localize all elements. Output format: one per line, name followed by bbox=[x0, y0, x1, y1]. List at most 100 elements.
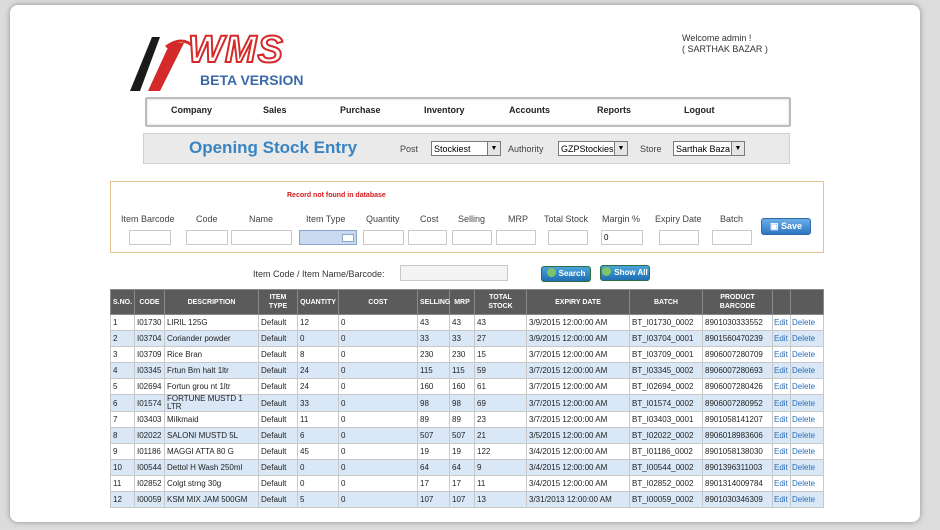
edit-link[interactable]: Edit bbox=[772, 314, 791, 331]
cell-cost: 0 bbox=[338, 459, 418, 476]
logo-subtitle: BETA VERSION bbox=[200, 72, 304, 88]
delete-link[interactable]: Delete bbox=[790, 443, 824, 460]
quantity-input[interactable] bbox=[363, 230, 404, 245]
table-header-row: S.NO. CODE DESCRIPTION ITEM TYPE QUANTIT… bbox=[110, 289, 824, 315]
cell-description: LIRIL 125G bbox=[164, 314, 259, 331]
cell-sno: 1 bbox=[110, 314, 135, 331]
cell-selling: 507 bbox=[417, 427, 450, 444]
selling-input[interactable] bbox=[452, 230, 492, 245]
delete-link[interactable]: Delete bbox=[790, 411, 824, 428]
cell-batch: BT_I02852_0002 bbox=[629, 475, 703, 492]
delete-link[interactable]: Delete bbox=[790, 314, 824, 331]
cell-expiry-date: 3/5/2015 12:00:00 AM bbox=[526, 427, 630, 444]
cell-batch: BT_I03345_0002 bbox=[629, 362, 703, 379]
cell-batch: BT_I03704_0001 bbox=[629, 330, 703, 347]
cell-sno: 3 bbox=[110, 346, 135, 363]
label-item-type: Item Type bbox=[306, 214, 346, 224]
code-input[interactable] bbox=[186, 230, 228, 245]
cell-mrp: 160 bbox=[449, 378, 475, 395]
delete-link[interactable]: Delete bbox=[790, 475, 824, 492]
name-input[interactable] bbox=[231, 230, 292, 245]
search-button-label: Search bbox=[558, 269, 586, 278]
menu-purchase[interactable]: Purchase bbox=[340, 105, 381, 115]
delete-link[interactable]: Delete bbox=[790, 362, 824, 379]
label-code: Code bbox=[196, 214, 218, 224]
label-margin: Margin % bbox=[602, 214, 641, 224]
batch-input[interactable] bbox=[712, 230, 752, 245]
cell-quantity: 0 bbox=[297, 475, 339, 492]
cell-batch: BT_I00544_0002 bbox=[629, 459, 703, 476]
cell-selling: 230 bbox=[417, 346, 450, 363]
edit-link[interactable]: Edit bbox=[772, 491, 791, 508]
search-button[interactable]: Search bbox=[541, 266, 591, 282]
cell-sno: 7 bbox=[110, 411, 135, 428]
cell-quantity: 5 bbox=[297, 491, 339, 508]
cell-item-type: Default bbox=[258, 394, 298, 412]
edit-link[interactable]: Edit bbox=[772, 394, 791, 412]
delete-link[interactable]: Delete bbox=[790, 394, 824, 412]
cell-code: I02022 bbox=[134, 427, 165, 444]
col-expiry-date: EXPIRY DATE bbox=[526, 289, 630, 315]
col-code: CODE bbox=[134, 289, 165, 315]
table-row: 2 I03704 Coriander powder Default 0 0 33 33 27 3/… bbox=[110, 330, 824, 347]
edit-link[interactable]: Edit bbox=[772, 378, 791, 395]
cell-item-type: Default bbox=[258, 378, 298, 395]
cell-expiry-date: 3/9/2015 12:00:00 AM bbox=[526, 330, 630, 347]
col-product-barcode: PRODUCT BARCODE bbox=[702, 289, 773, 315]
delete-link[interactable]: Delete bbox=[790, 459, 824, 476]
menu-accounts[interactable]: Accounts bbox=[509, 105, 550, 115]
store-select[interactable]: Sarthak Baza ▼ bbox=[673, 141, 745, 156]
cell-description: Milkmaid bbox=[164, 411, 259, 428]
delete-link[interactable]: Delete bbox=[790, 346, 824, 363]
menu-logout[interactable]: Logout bbox=[684, 105, 715, 115]
cell-cost: 0 bbox=[338, 411, 418, 428]
cell-sno: 12 bbox=[110, 491, 135, 508]
menu-inventory[interactable]: Inventory bbox=[424, 105, 465, 115]
delete-link[interactable]: Delete bbox=[790, 491, 824, 508]
post-value: Stockiest bbox=[434, 144, 471, 154]
menu-company[interactable]: Company bbox=[171, 105, 212, 115]
menu-sales[interactable]: Sales bbox=[263, 105, 287, 115]
welcome-text: Welcome admin ! bbox=[682, 33, 752, 43]
delete-link[interactable]: Delete bbox=[790, 378, 824, 395]
col-batch: BATCH bbox=[629, 289, 703, 315]
expiry-date-input[interactable] bbox=[659, 230, 699, 245]
cell-product-barcode: 8901030346309 bbox=[702, 491, 773, 508]
item-type-select[interactable] bbox=[299, 230, 357, 245]
show-all-button[interactable]: Show All bbox=[600, 265, 650, 281]
menu-reports[interactable]: Reports bbox=[597, 105, 631, 115]
cell-code: I03403 bbox=[134, 411, 165, 428]
item-barcode-input[interactable] bbox=[129, 230, 171, 245]
delete-link[interactable]: Delete bbox=[790, 427, 824, 444]
cell-selling: 19 bbox=[417, 443, 450, 460]
cell-product-barcode: 8901314009784 bbox=[702, 475, 773, 492]
cell-selling: 89 bbox=[417, 411, 450, 428]
edit-link[interactable]: Edit bbox=[772, 411, 791, 428]
cell-expiry-date: 3/7/2015 12:00:00 AM bbox=[526, 346, 630, 363]
authority-select[interactable]: GZPStockies ▼ bbox=[558, 141, 628, 156]
cell-total-stock: 15 bbox=[474, 346, 527, 363]
total-stock-input[interactable] bbox=[548, 230, 588, 245]
edit-link[interactable]: Edit bbox=[772, 459, 791, 476]
mrp-input[interactable] bbox=[496, 230, 536, 245]
edit-link[interactable]: Edit bbox=[772, 475, 791, 492]
cell-item-type: Default bbox=[258, 362, 298, 379]
table-body: 1 I01730 LIRIL 125G Default 12 0 43 43 43 3/9/201… bbox=[110, 314, 824, 508]
cell-cost: 0 bbox=[338, 443, 418, 460]
cell-product-barcode: 8901058138030 bbox=[702, 443, 773, 460]
edit-link[interactable]: Edit bbox=[772, 443, 791, 460]
table-row: 12 I00059 KSM MIX JAM 500GM Default 5 0 107 107… bbox=[110, 491, 824, 508]
post-select[interactable]: Stockiest ▼ bbox=[431, 141, 501, 156]
search-input[interactable] bbox=[400, 265, 508, 281]
delete-link[interactable]: Delete bbox=[790, 330, 824, 347]
cell-cost: 0 bbox=[338, 475, 418, 492]
cost-input[interactable] bbox=[408, 230, 447, 245]
edit-link[interactable]: Edit bbox=[772, 330, 791, 347]
cell-mrp: 89 bbox=[449, 411, 475, 428]
edit-link[interactable]: Edit bbox=[772, 346, 791, 363]
margin-input[interactable]: 0 bbox=[601, 230, 643, 245]
save-button[interactable]: ▣ Save bbox=[761, 218, 811, 235]
edit-link[interactable]: Edit bbox=[772, 427, 791, 444]
edit-link[interactable]: Edit bbox=[772, 362, 791, 379]
cell-code: I00059 bbox=[134, 491, 165, 508]
